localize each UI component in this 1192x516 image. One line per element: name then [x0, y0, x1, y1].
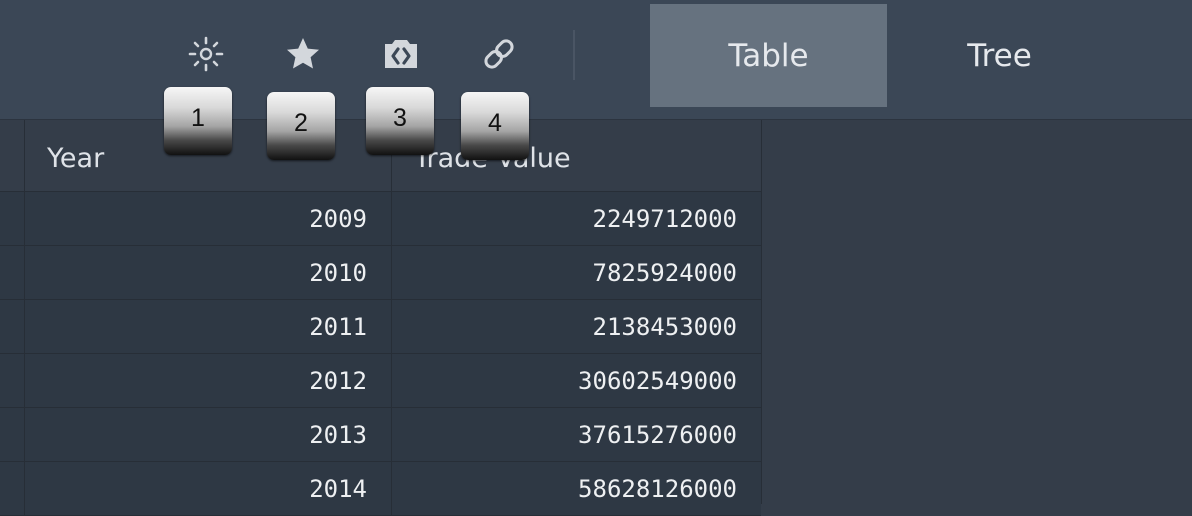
year-cell[interactable]: 2012 [25, 354, 392, 408]
table-row: 2014 58628126000 [0, 462, 761, 516]
badge-2: 2 [267, 92, 335, 160]
trade-value-cell[interactable]: 2138453000 [392, 300, 761, 354]
toolbar-divider [573, 30, 575, 80]
year-cell[interactable]: 2013 [25, 408, 392, 462]
embed-code-icon[interactable] [381, 34, 421, 74]
table-row: 2012 30602549000 [0, 354, 761, 408]
year-cell[interactable]: 2009 [25, 192, 392, 246]
row-handle [0, 300, 25, 354]
data-table: Year Trade Value 2009 2249712000 2010 78… [0, 120, 762, 516]
year-cell[interactable]: 2011 [25, 300, 392, 354]
row-handle [0, 462, 25, 516]
trade-value-cell[interactable]: 30602549000 [392, 354, 761, 408]
table-row: 2013 37615276000 [0, 408, 761, 462]
tab-table[interactable]: Table [650, 4, 887, 107]
column-header-trade-value[interactable]: Trade Value [392, 120, 761, 192]
row-handle [0, 192, 25, 246]
row-handle [0, 354, 25, 408]
table-row: 2011 2138453000 [0, 300, 761, 354]
trade-value-cell[interactable]: 37615276000 [392, 408, 761, 462]
trade-value-cell[interactable]: 2249712000 [392, 192, 761, 246]
badge-1: 1 [164, 87, 232, 155]
badge-4: 4 [461, 92, 529, 160]
year-cell[interactable]: 2010 [25, 246, 392, 300]
row-handle [0, 246, 25, 300]
row-handle-header [0, 120, 25, 192]
row-handle [0, 408, 25, 462]
table-row: 2010 7825924000 [0, 246, 761, 300]
year-cell[interactable]: 2014 [25, 462, 392, 516]
brightness-icon[interactable] [186, 34, 226, 74]
table-row: 2009 2249712000 [0, 192, 761, 246]
trade-value-cell[interactable]: 58628126000 [392, 462, 761, 516]
trade-value-cell[interactable]: 7825924000 [392, 246, 761, 300]
badge-3: 3 [366, 87, 434, 155]
tab-tree[interactable]: Tree [887, 4, 1112, 107]
star-icon[interactable] [283, 34, 323, 74]
link-icon[interactable] [479, 34, 519, 74]
